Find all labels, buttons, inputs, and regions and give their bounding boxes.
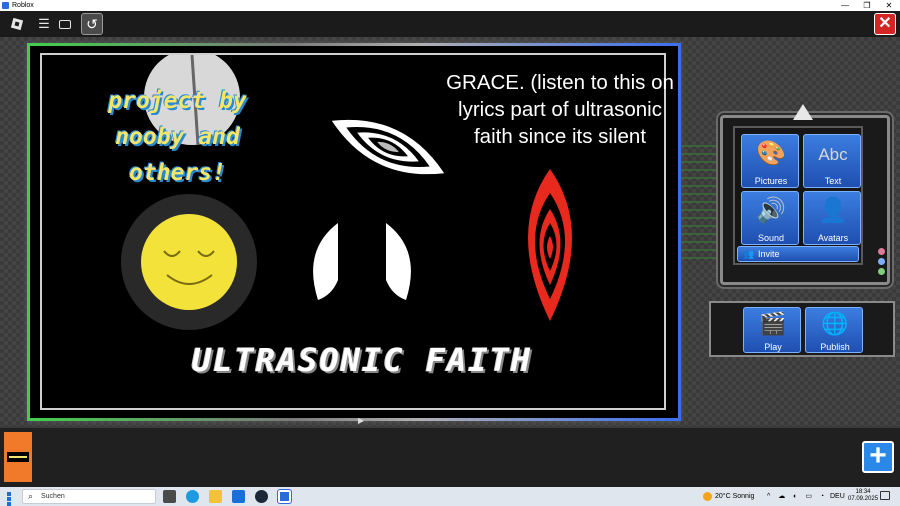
globe-icon: 🌐 <box>821 311 849 336</box>
avatars-label: Avatars <box>817 233 849 243</box>
play-label: Play <box>764 342 782 352</box>
maximize-button[interactable]: ❐ <box>856 0 878 11</box>
window-controls: — ❐ ✕ <box>834 0 900 11</box>
outlook-icon[interactable] <box>232 490 245 503</box>
weather-condition: Sonnig <box>732 493 755 500</box>
window-titlebar: Roblox — ❐ ✕ <box>0 0 900 11</box>
grace-note-text: GRACE. (listen to this on lyrics part of… <box>446 71 674 148</box>
edge-icon[interactable] <box>186 490 199 503</box>
invite-label: Invite <box>758 249 780 259</box>
top-eye-drawing <box>331 119 445 175</box>
sound-button[interactable]: 🔊 Sound <box>741 191 799 245</box>
tool-grid: 🎨 Pictures Abc Text 🔊 Sound 👤 Avatars 👥 … <box>733 126 863 265</box>
avatar-icon: 👤 <box>818 197 848 224</box>
search-placeholder: Suchen <box>41 493 65 500</box>
sound-label: Sound <box>757 233 785 243</box>
drawing-canvas[interactable]: project by nooby and others! GRACE. (lis… <box>40 53 674 425</box>
pictures-label: Pictures <box>754 176 788 186</box>
tool-panel: 🎨 Pictures Abc Text 🔊 Sound 👤 Avatars 👥 … <box>715 104 895 288</box>
color-dot[interactable] <box>878 258 885 265</box>
file-explorer-icon[interactable] <box>209 490 222 503</box>
steam-icon[interactable] <box>255 490 268 503</box>
panel-spike-decoration <box>793 104 813 120</box>
clock-date: 07.09.2025 <box>848 496 879 502</box>
windows-taskbar: ⌕ Suchen 20°C Sonnig ^ ☁ ◐ ▭ ◔ DEU 18:34… <box>0 487 900 506</box>
taskbar-clock[interactable]: 18:34 07.09.2025 <box>848 489 878 503</box>
credit-line: others! <box>129 160 226 186</box>
left-bracket-shape <box>313 223 338 300</box>
invite-button[interactable]: 👥 Invite <box>737 246 859 262</box>
color-dot[interactable] <box>878 248 885 255</box>
roblox-taskbar-icon[interactable] <box>277 489 292 504</box>
roblox-topbar: ☰ ↺ ✕ <box>0 11 900 37</box>
text-label: Text <box>824 176 842 186</box>
close-game-button[interactable]: ✕ <box>874 13 896 35</box>
credit-line: nooby and <box>115 124 240 150</box>
search-icon: ⌕ <box>28 491 34 501</box>
palette-icon: 🎨 <box>756 140 786 167</box>
clock-time: 18:34 <box>855 489 871 495</box>
credit-line: project by <box>108 88 247 114</box>
publish-button[interactable]: 🌐 Publish <box>805 307 863 353</box>
add-button[interactable]: + <box>862 441 894 473</box>
window-close-button[interactable]: ✕ <box>878 0 900 11</box>
undo-button[interactable]: ↺ <box>81 13 103 35</box>
chat-icon[interactable] <box>57 15 73 33</box>
windows-start-icon[interactable] <box>7 492 16 506</box>
right-bracket-shape <box>386 223 411 300</box>
publish-label: Publish <box>820 342 850 352</box>
color-dot[interactable] <box>878 268 885 275</box>
project-tray: + <box>0 426 900 487</box>
input-language[interactable]: DEU <box>830 487 845 506</box>
canvas-frame: project by nooby and others! GRACE. (lis… <box>27 43 681 425</box>
window-title: Roblox <box>12 2 34 9</box>
pictures-button[interactable]: 🎨 Pictures <box>741 134 799 188</box>
play-button[interactable]: 🎬 Play <box>743 307 801 353</box>
roblox-app-icon <box>2 2 9 9</box>
credit-text: project by nooby and others! <box>70 83 285 191</box>
play-marker-icon: ▶ <box>358 416 365 425</box>
speaker-icon: 🔊 <box>756 197 786 224</box>
abc-icon: Abc <box>818 145 848 164</box>
minimize-button[interactable]: — <box>834 0 856 11</box>
taskbar-search[interactable]: ⌕ Suchen <box>22 489 156 504</box>
invite-icon: 👥 <box>743 249 755 259</box>
roblox-menu-logo-icon[interactable] <box>10 15 24 33</box>
smiley-face <box>141 214 237 310</box>
sun-icon <box>703 491 712 501</box>
task-view-icon[interactable] <box>163 490 176 503</box>
avatars-button[interactable]: 👤 Avatars <box>803 191 861 245</box>
text-button[interactable]: Abc Text <box>803 134 861 188</box>
canvas-title: ULTRASONIC FAITH <box>191 341 533 379</box>
notification-icon[interactable] <box>880 491 890 500</box>
system-tray-icons[interactable]: ^ ☁ ◐ ▭ ◔ <box>767 487 827 506</box>
play-publish-panel: 🎬 Play 🌐 Publish <box>709 301 895 357</box>
menu-icon[interactable]: ☰ <box>36 15 52 33</box>
weather-widget[interactable]: 20°C Sonnig <box>703 487 754 506</box>
color-dots <box>878 248 885 278</box>
temperature: 20°C <box>715 493 731 500</box>
project-thumbnail[interactable] <box>4 432 32 482</box>
clapperboard-icon: 🎬 <box>759 311 787 336</box>
red-eye-drawing <box>528 169 572 321</box>
